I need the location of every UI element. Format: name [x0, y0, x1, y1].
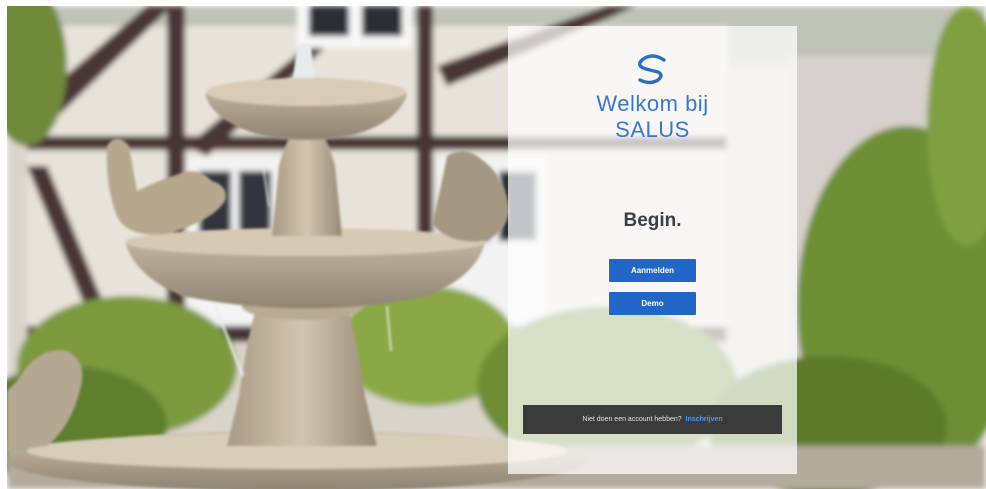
demo-button[interactable]: Demo	[609, 292, 696, 315]
login-page: Welkom bij SALUS Begin. Aanmelden Demo N…	[0, 0, 986, 489]
login-button[interactable]: Aanmelden	[609, 259, 696, 282]
welcome-title: Welkom bij SALUS	[508, 91, 797, 143]
begin-heading: Begin.	[623, 210, 682, 231]
welcome-line-2: SALUS	[615, 117, 690, 142]
signup-bar: Niet doen een account hebben? Inschrijven	[523, 405, 782, 434]
salus-logo-icon	[634, 54, 670, 86]
login-panel: Welkom bij SALUS Begin. Aanmelden Demo N…	[508, 26, 797, 474]
signup-link[interactable]: Inschrijven	[686, 416, 723, 423]
background-photo	[7, 6, 986, 489]
signup-prompt: Niet doen een account hebben?	[582, 416, 682, 423]
welcome-line-1: Welkom bij	[596, 91, 709, 116]
